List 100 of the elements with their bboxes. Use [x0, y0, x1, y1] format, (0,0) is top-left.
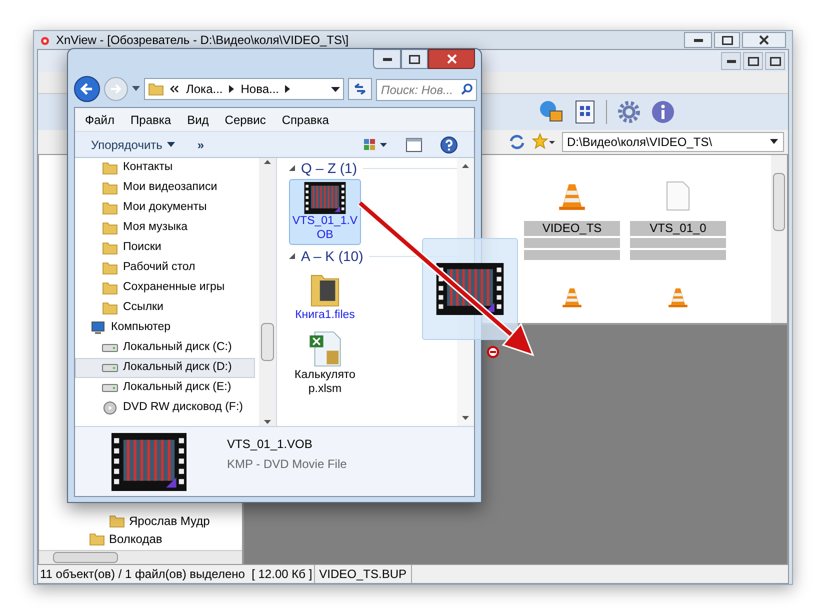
- vertical-scrollbar[interactable]: [771, 155, 787, 323]
- scrollbar-thumb[interactable]: [53, 552, 118, 563]
- restore-button[interactable]: [743, 52, 763, 70]
- video-thumbnail-drawing: [303, 182, 347, 214]
- more-commands-button[interactable]: »: [197, 136, 204, 154]
- folder-icon: [89, 531, 105, 547]
- folder-icon: [102, 220, 118, 236]
- triangle-right-icon: [285, 85, 292, 93]
- double-chevron-icon: [170, 85, 180, 93]
- caret-icon: [167, 142, 176, 147]
- drive-icon: [102, 364, 118, 372]
- minimize-button[interactable]: [684, 32, 712, 48]
- group-header: A – K (10): [301, 246, 364, 266]
- file-item[interactable]: Калькулятор.xlsm: [289, 327, 361, 399]
- minimize-button[interactable]: [721, 52, 741, 70]
- dropdown-caret-icon[interactable]: [132, 86, 140, 92]
- left-arrow-icon: [80, 82, 94, 96]
- traffic-cone-icon: [561, 286, 583, 308]
- collapse-triangle-icon[interactable]: [289, 253, 295, 259]
- vertical-scrollbar[interactable]: [259, 158, 276, 426]
- minimize-icon: [726, 60, 736, 62]
- breadcrumb-item[interactable]: Нова...: [240, 80, 280, 98]
- nav-item[interactable]: Локальный диск (D:): [75, 358, 255, 378]
- settings-icon[interactable]: [617, 100, 641, 124]
- nav-item[interactable]: Контакты: [75, 158, 255, 178]
- maximize-button[interactable]: [401, 49, 428, 69]
- nav-item[interactable]: Сохраненные игры: [75, 278, 255, 298]
- nav-item[interactable]: Рабочий стол: [75, 258, 255, 278]
- grid-page-icon[interactable]: [574, 100, 596, 124]
- scroll-down-icon: [462, 416, 469, 420]
- minimize-icon: [382, 58, 392, 60]
- search-field[interactable]: Поиск: Нов...: [376, 79, 477, 101]
- blank-file-icon: [665, 181, 691, 211]
- folder-icon: [102, 300, 118, 316]
- folder-icon: [109, 513, 125, 529]
- tree-item[interactable]: Волкодав: [109, 530, 162, 548]
- maximize-icon: [770, 56, 780, 66]
- spreadsheet-file-icon: [308, 330, 342, 368]
- refresh-icon[interactable]: [508, 133, 526, 151]
- dropdown-caret-icon: [769, 139, 779, 145]
- traffic-cone-icon: [667, 286, 689, 308]
- thumbnail-label: VTS_01_0: [630, 221, 726, 236]
- refresh-button[interactable]: [348, 78, 372, 100]
- dropdown-caret-icon: [331, 86, 340, 92]
- nav-item[interactable]: Поиски: [75, 238, 255, 258]
- traffic-cone-icon: [557, 181, 587, 211]
- file-item[interactable]: VTS_01_1.VOB: [289, 179, 361, 245]
- preview-pane-icon[interactable]: [406, 138, 422, 152]
- file-name: VTS_01_1.VOB: [227, 436, 314, 453]
- nav-item[interactable]: Моя музыка: [75, 218, 255, 238]
- triangle-right-icon: [228, 85, 235, 93]
- breadcrumb-bar[interactable]: Лока... Нова...: [144, 78, 344, 100]
- folder-icon: [102, 240, 118, 256]
- minimize-icon: [694, 38, 702, 42]
- help-icon[interactable]: [440, 136, 458, 154]
- scrollbar-thumb[interactable]: [773, 173, 785, 231]
- menu-item[interactable]: Сервис: [224, 110, 266, 128]
- menu-item[interactable]: Вид: [187, 110, 209, 128]
- thumbnail-label: VIDEO_TS: [524, 221, 620, 236]
- organize-button[interactable]: Упорядочить: [91, 136, 176, 154]
- menu-item[interactable]: Правка: [130, 110, 172, 128]
- no-drop-icon: [487, 346, 499, 358]
- group-header: Q – Z (1): [301, 158, 358, 178]
- drive-icon: [102, 344, 118, 352]
- nav-item[interactable]: Мои видеозаписи: [75, 178, 255, 198]
- back-button[interactable]: [74, 76, 100, 102]
- maximize-button[interactable]: [714, 32, 740, 48]
- file-item[interactable]: Книга1.files: [289, 267, 361, 325]
- info-icon[interactable]: [651, 100, 675, 124]
- star-icon[interactable]: [532, 133, 556, 151]
- scroll-up-icon: [462, 164, 469, 168]
- scroll-up-icon: [264, 160, 271, 164]
- address-field[interactable]: D:\Видео\коля\VIDEO_TS\: [562, 132, 784, 152]
- drive-icon: [102, 384, 118, 392]
- nav-item[interactable]: Локальный диск (C:): [75, 338, 255, 358]
- status-filename: VIDEO_TS.BUP: [315, 565, 412, 583]
- nav-item[interactable]: DVD RW дисковод (F:): [75, 398, 255, 418]
- folder-icon: [102, 260, 118, 276]
- nav-item[interactable]: Локальный диск (E:): [75, 378, 255, 398]
- maximize-icon: [722, 36, 732, 44]
- view-options-icon[interactable]: [364, 138, 388, 152]
- tree-item[interactable]: Ярослав Мудр: [129, 512, 210, 530]
- nav-item[interactable]: Компьютер: [75, 318, 255, 338]
- horizontal-scrollbar[interactable]: [39, 550, 242, 564]
- folder-icon: [102, 200, 118, 216]
- folder-icon: [148, 81, 164, 97]
- nav-item[interactable]: Мои документы: [75, 198, 255, 218]
- search-icon: [461, 83, 473, 95]
- menu-item[interactable]: Файл: [85, 110, 115, 128]
- disc-icon: [102, 400, 118, 416]
- breadcrumb-item[interactable]: Лока...: [186, 80, 223, 98]
- maximize-icon: [409, 54, 420, 64]
- window-title: XnView - [Обозреватель - D:\Видео\коля\VIDEO_TS\]: [56, 32, 349, 49]
- scrollbar-thumb[interactable]: [261, 323, 274, 361]
- nav-item[interactable]: Ссылки: [75, 298, 255, 318]
- menu-item[interactable]: Справка: [282, 110, 329, 128]
- collapse-triangle-icon[interactable]: [289, 165, 295, 171]
- folder-icon: [102, 280, 118, 296]
- maximize-icon: [748, 56, 758, 66]
- minimize-button[interactable]: [373, 49, 401, 69]
